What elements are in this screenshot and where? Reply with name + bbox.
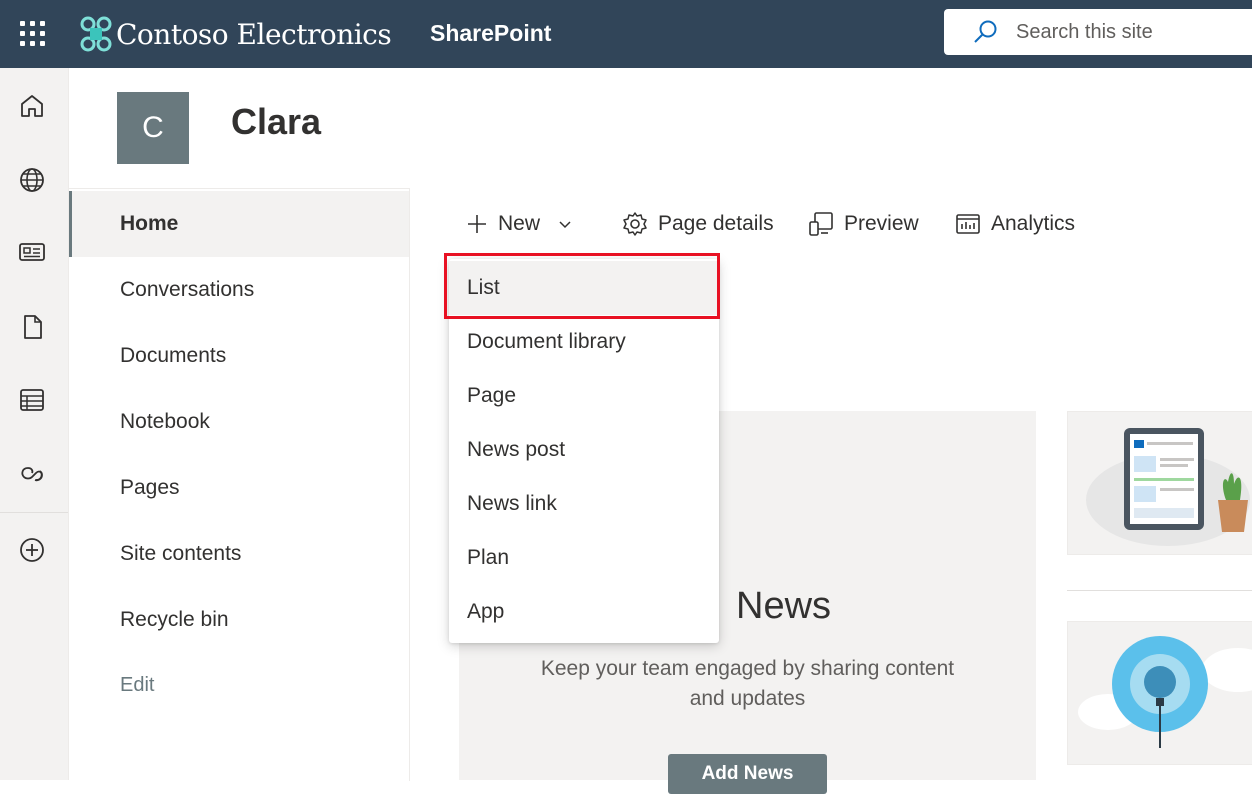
nav-item-label: Recycle bin bbox=[120, 608, 229, 631]
menu-item-label: Document library bbox=[467, 330, 626, 353]
nav-item-label: Notebook bbox=[120, 410, 210, 433]
section-divider bbox=[1067, 590, 1252, 591]
lightbulb-illustration bbox=[1078, 636, 1252, 748]
menu-item-label: App bbox=[467, 600, 505, 623]
analytics-label: Analytics bbox=[991, 212, 1076, 235]
chevron-down-icon bbox=[559, 221, 571, 229]
analytics-button[interactable]: Analytics bbox=[955, 205, 1075, 243]
loop-icon[interactable] bbox=[18, 460, 46, 488]
menu-item-app[interactable]: App bbox=[449, 585, 719, 639]
menu-item-label: News post bbox=[467, 438, 566, 461]
list-icon[interactable] bbox=[18, 386, 46, 414]
document-icon[interactable] bbox=[18, 313, 46, 341]
menu-item-plan[interactable]: Plan bbox=[449, 531, 719, 585]
nav-item-documents[interactable]: Documents bbox=[69, 323, 409, 389]
gear-icon bbox=[623, 212, 647, 236]
menu-item-document-library[interactable]: Document library bbox=[449, 315, 719, 369]
nav-item-recycle-bin[interactable]: Recycle bin bbox=[69, 587, 409, 653]
plus-icon bbox=[468, 215, 486, 233]
tablet-plant-illustration bbox=[1086, 428, 1250, 546]
menu-item-page[interactable]: Page bbox=[449, 369, 719, 423]
app-bar-divider bbox=[0, 512, 68, 513]
contoso-logo-icon bbox=[80, 16, 112, 52]
home-icon[interactable] bbox=[18, 92, 46, 120]
nav-item-label: Home bbox=[120, 212, 179, 235]
left-navigation: Home Conversations Documents Notebook Pa… bbox=[69, 188, 410, 781]
suite-bar: Contoso Electronics SharePoint Search th… bbox=[0, 0, 1252, 68]
app-launcher-icon[interactable] bbox=[20, 21, 46, 47]
nav-item-home[interactable]: Home bbox=[69, 191, 409, 257]
analytics-icon bbox=[956, 214, 980, 234]
nav-item-label: Site contents bbox=[120, 542, 242, 565]
brand-name: Contoso Electronics bbox=[116, 17, 392, 51]
nav-item-pages[interactable]: Pages bbox=[69, 455, 409, 521]
nav-item-label: Documents bbox=[120, 344, 227, 367]
nav-edit-label: Edit bbox=[120, 673, 155, 696]
new-button[interactable]: New bbox=[466, 205, 572, 243]
menu-item-news-link[interactable]: News link bbox=[449, 477, 719, 531]
nav-item-label: Pages bbox=[120, 476, 180, 499]
search-input[interactable]: Search this site bbox=[1016, 21, 1153, 44]
nav-edit-link[interactable]: Edit bbox=[69, 652, 409, 718]
site-title[interactable]: Clara bbox=[231, 101, 321, 143]
menu-item-label: Page bbox=[467, 384, 517, 407]
nav-item-notebook[interactable]: Notebook bbox=[69, 389, 409, 455]
app-bar bbox=[0, 68, 69, 780]
news-illustration-card bbox=[1067, 411, 1252, 555]
preview-label: Preview bbox=[844, 212, 919, 235]
lightbulb-illustration-card bbox=[1067, 621, 1252, 765]
site-logo[interactable]: C bbox=[117, 92, 189, 164]
new-dropdown-menu: List Document library Page News post New… bbox=[449, 259, 719, 643]
add-news-button[interactable]: Add News bbox=[668, 754, 827, 794]
news-icon[interactable] bbox=[18, 238, 46, 266]
news-title: News bbox=[736, 585, 832, 627]
app-name[interactable]: SharePoint bbox=[430, 20, 551, 47]
nav-item-site-contents[interactable]: Site contents bbox=[69, 521, 409, 587]
search-box[interactable]: Search this site bbox=[944, 9, 1252, 55]
brand[interactable]: Contoso Electronics bbox=[80, 13, 392, 55]
menu-item-list[interactable]: List bbox=[449, 261, 719, 315]
menu-item-label: List bbox=[467, 276, 500, 299]
news-description: Keep your team engaged by sharing conten… bbox=[540, 657, 955, 710]
preview-devices-icon bbox=[809, 212, 833, 236]
page-details-label: Page details bbox=[658, 212, 774, 235]
search-icon bbox=[974, 20, 997, 43]
menu-item-label: Plan bbox=[467, 546, 510, 569]
page-details-button[interactable]: Page details bbox=[622, 205, 774, 243]
add-icon[interactable] bbox=[18, 536, 46, 564]
globe-icon[interactable] bbox=[18, 166, 46, 194]
menu-item-label: News link bbox=[467, 492, 557, 515]
new-button-label: New bbox=[498, 212, 541, 235]
menu-item-news-post[interactable]: News post bbox=[449, 423, 719, 477]
nav-item-label: Conversations bbox=[120, 278, 255, 301]
nav-item-conversations[interactable]: Conversations bbox=[69, 257, 409, 323]
preview-button[interactable]: Preview bbox=[808, 205, 919, 243]
